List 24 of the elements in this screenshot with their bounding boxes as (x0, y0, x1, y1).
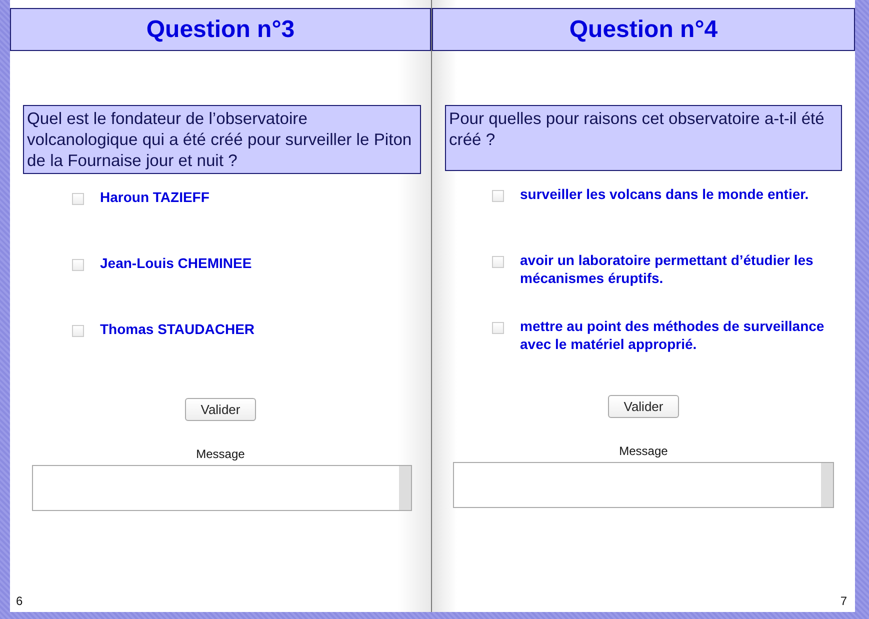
answer-option: Jean-Louis CHEMINEE (100, 254, 252, 272)
answer-option: surveiller les volcans dans le monde entier. (520, 185, 809, 203)
checkbox[interactable] (72, 325, 84, 337)
question-text: Pour quelles pour raisons cet observatoire a-t-il été créé ? (445, 105, 842, 171)
question-text: Quel est le fondateur de l’observatoire volcanologique qui a été créé pour surveiller le Piton de la Fournaise jour et nuit ? (23, 105, 421, 174)
checkbox[interactable] (72, 259, 84, 271)
question-title: Question n°4 (569, 16, 718, 44)
message-label: Message (619, 444, 668, 458)
message-field[interactable] (453, 462, 834, 508)
answer-option: mettre au point des méthodes de surveillance avec le matériel approprié. (520, 317, 840, 353)
answer-option: Thomas STAUDACHER (100, 320, 255, 338)
page-number: 7 (840, 594, 847, 608)
checkbox[interactable] (492, 256, 504, 268)
message-label: Message (196, 447, 245, 461)
checkbox[interactable] (492, 190, 504, 202)
page-number: 6 (16, 594, 23, 608)
question-title: Question n°3 (146, 16, 295, 44)
validate-button[interactable]: Valider (185, 398, 256, 421)
answer-option: Haroun TAZIEFF (100, 188, 210, 206)
validate-button[interactable]: Valider (608, 395, 679, 418)
message-field[interactable] (32, 465, 412, 511)
checkbox[interactable] (72, 193, 84, 205)
answer-option: avoir un laboratoire permettant d’étudier les mécanismes éruptifs. (520, 251, 840, 287)
checkbox[interactable] (492, 322, 504, 334)
